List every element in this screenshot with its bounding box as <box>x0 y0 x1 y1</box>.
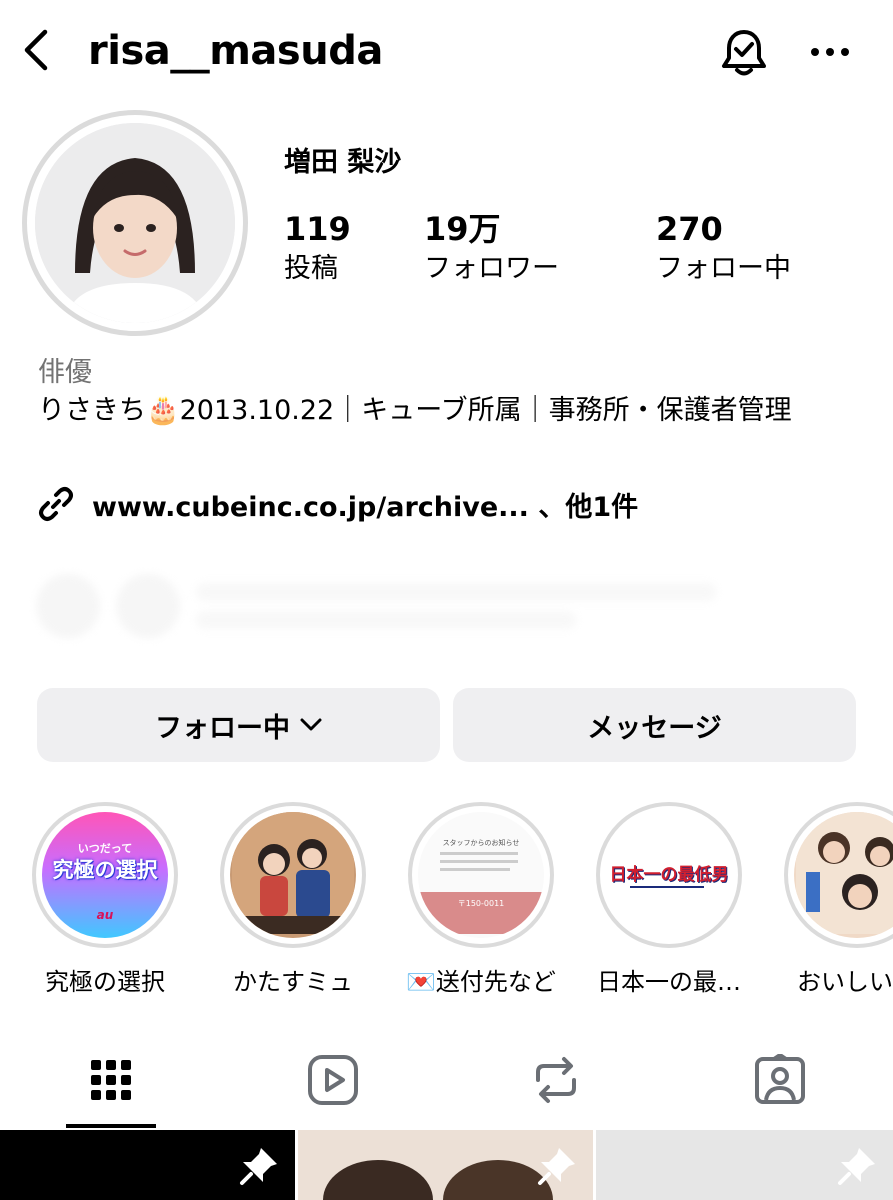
highlight-cover-title: 日本一の最低男 <box>609 865 729 885</box>
highlight-label: 究極の選択 <box>45 968 165 996</box>
posts-count: 119 <box>284 210 351 248</box>
profile-username: risa__masuda <box>88 28 383 74</box>
bell-check-icon <box>722 30 766 76</box>
post-thumbnail[interactable] <box>298 1130 593 1200</box>
highlight-item[interactable]: いつだって 究極の選択 au 究極の選択 <box>30 802 180 997</box>
display-name: 増田 梨沙 <box>284 147 402 178</box>
following-count: 270 <box>656 210 723 248</box>
pin-icon <box>240 1148 277 1185</box>
highlight-ring <box>220 802 366 948</box>
highlight-cover-title: スタッフからのお知らせ <box>442 839 520 847</box>
avatar-photo <box>35 123 235 323</box>
chevron-left-icon <box>24 29 48 71</box>
tagged-person-icon <box>755 1054 805 1104</box>
highlight-item[interactable]: 日本一の最低男 日本一の最… <box>594 802 744 997</box>
cover-text-line <box>440 860 518 863</box>
highlight-item[interactable]: かたすミュ <box>218 802 368 997</box>
highlight-cover: 日本一の最低男 <box>606 812 732 938</box>
highlight-ring <box>784 802 893 948</box>
highlight-cover <box>794 812 893 938</box>
cover-text-line <box>440 852 518 855</box>
profile-avatar[interactable] <box>22 110 248 336</box>
highlight-label: 💌送付先など <box>406 968 556 996</box>
following-button[interactable]: フォロー中 <box>37 688 440 762</box>
reels-icon <box>308 1055 358 1105</box>
highlight-cover: いつだって 究極の選択 au <box>42 812 168 938</box>
highlight-item[interactable]: スタッフからのお知らせ 〒150-0011 💌送付先など <box>406 802 556 997</box>
mutual-avatar <box>36 574 100 638</box>
top-bar: risa__masuda <box>0 0 893 100</box>
highlight-ring: 日本一の最低男 <box>596 802 742 948</box>
profile-category: 俳優 <box>38 357 92 388</box>
followers-label: フォロワー <box>424 253 559 284</box>
tab-reposts[interactable] <box>506 1050 606 1110</box>
highlight-ring: スタッフからのお知らせ 〒150-0011 <box>408 802 554 948</box>
chevron-down-icon <box>300 718 322 731</box>
highlight-cover-title: 究極の選択 <box>52 858 158 882</box>
posts-label: 投稿 <box>284 253 338 284</box>
cover-underline <box>630 886 704 888</box>
followers-count: 19万 <box>424 210 501 248</box>
posts-stat[interactable]: 119 投稿 <box>284 208 351 288</box>
following-label: フォロー中 <box>656 253 791 284</box>
repost-icon <box>536 1057 576 1103</box>
highlight-label: かたすミュ <box>233 968 353 996</box>
blurred-text <box>196 611 576 629</box>
highlight-label: 日本一の最… <box>597 968 741 996</box>
tab-tagged[interactable] <box>730 1050 830 1110</box>
tab-posts-grid[interactable] <box>61 1050 161 1110</box>
highlight-label: おいしい献 <box>797 968 893 996</box>
link-icon <box>39 487 73 521</box>
cover-text-line <box>440 868 510 871</box>
highlight-cover <box>230 812 356 938</box>
cover-address-band: 〒150-0011 <box>418 892 544 934</box>
back-button[interactable] <box>14 26 58 74</box>
mutual-avatar <box>116 574 180 638</box>
active-tab-indicator <box>66 1124 156 1128</box>
more-dots-icon <box>811 48 849 56</box>
notifications-button[interactable] <box>716 24 772 80</box>
profile-link-text: www.cubeinc.co.jp/archive... 、他1件 <box>92 491 639 523</box>
following-button-label: フォロー中 <box>155 712 290 744</box>
profile-tabs <box>0 1030 893 1130</box>
profile-bio: りさきち🎂2013.10.22｜キューブ所属｜事務所・保護者管理 <box>38 395 792 426</box>
message-button[interactable]: メッセージ <box>453 688 856 762</box>
mutual-followers-preview <box>36 568 836 644</box>
followers-stat[interactable]: 19万 フォロワー <box>424 208 559 288</box>
blurred-text <box>196 583 716 601</box>
message-button-label: メッセージ <box>587 712 722 744</box>
post-thumbnail[interactable] <box>596 1130 893 1200</box>
pin-icon <box>538 1148 575 1185</box>
posts-grid <box>0 1130 893 1200</box>
tab-reels[interactable] <box>283 1050 383 1110</box>
highlight-cover-brand: au <box>96 908 114 922</box>
highlight-cover-address: 〒150-0011 <box>457 899 505 908</box>
highlight-ring: いつだって 究極の選択 au <box>32 802 178 948</box>
more-options-button[interactable] <box>800 24 860 80</box>
grid-icon <box>91 1060 131 1100</box>
pin-icon <box>838 1148 875 1185</box>
profile-link[interactable]: www.cubeinc.co.jp/archive... 、他1件 <box>36 484 638 524</box>
highlight-cover: スタッフからのお知らせ 〒150-0011 <box>418 812 544 938</box>
highlight-item[interactable]: おいしい献 <box>782 802 893 997</box>
following-stat[interactable]: 270 フォロー中 <box>656 208 791 288</box>
post-thumbnail[interactable] <box>0 1130 295 1200</box>
